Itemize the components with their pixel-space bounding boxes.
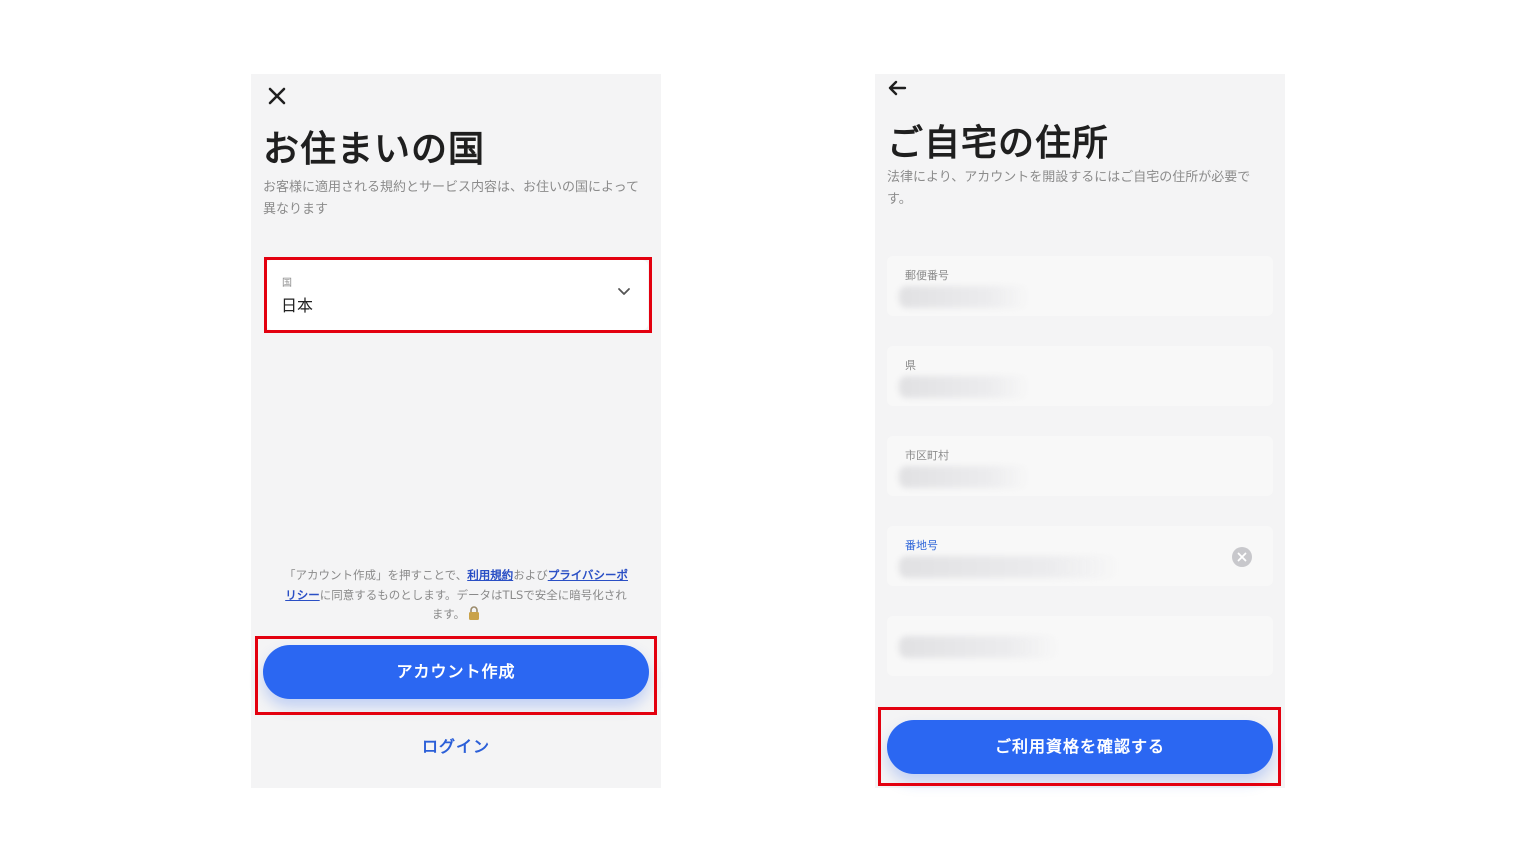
blurred-value <box>899 636 1059 658</box>
city-field[interactable]: 市区町村 <box>887 436 1273 496</box>
country-select-label: 国 <box>282 278 292 289</box>
page-subtitle: お客様に適用される規約とサービス内容は、お住いの国によって異なります <box>263 180 639 217</box>
page-title: ご自宅の住所 <box>887 123 1110 164</box>
country-select-value: 日本 <box>281 296 314 315</box>
street-number-field[interactable]: 番地号 <box>887 526 1273 586</box>
lock-icon <box>469 606 480 620</box>
chevron-down-icon <box>618 288 630 295</box>
postal-code-field[interactable]: 郵便番号 <box>887 256 1273 316</box>
close-icon[interactable] <box>265 84 289 108</box>
login-link[interactable]: ログイン <box>251 733 661 757</box>
postal-code-label: 郵便番号 <box>905 269 949 282</box>
terms-text-2: および <box>513 568 548 582</box>
page-title: お住まいの国 <box>263 129 486 170</box>
country-screen: お住まいの国 お客様に適用される規約とサービス内容は、お住いの国によって異なりま… <box>251 74 661 788</box>
blurred-value <box>899 466 1029 488</box>
blurred-value <box>899 556 1119 578</box>
home-address-screen: ご自宅の住所 法律により、アカウントを開設するにはご自宅の住所が必要です。 郵便… <box>875 74 1285 788</box>
blurred-value <box>899 286 1029 308</box>
street-number-label: 番地号 <box>905 539 938 552</box>
prefecture-label: 県 <box>905 359 916 372</box>
country-select[interactable]: 国 日本 <box>266 260 648 330</box>
page-subtitle: 法律により、アカウントを開設するにはご自宅の住所が必要です。 <box>887 170 1251 207</box>
terms-of-service-link[interactable]: 利用規約 <box>467 568 513 582</box>
clear-icon[interactable] <box>1231 546 1253 568</box>
check-eligibility-button[interactable]: ご利用資格を確認する <box>887 720 1273 774</box>
prefecture-field[interactable]: 県 <box>887 346 1273 406</box>
address-extra-field[interactable] <box>887 616 1273 676</box>
terms-notice: 「アカウント作成」を押すことで、利用規約およびプライバシーポリシーに同意するもの… <box>281 566 631 625</box>
blurred-value <box>899 376 1029 398</box>
terms-text-1: 「アカウント作成」を押すことで、 <box>284 568 468 582</box>
city-label: 市区町村 <box>905 449 949 462</box>
arrow-left-icon[interactable] <box>885 76 909 100</box>
create-account-button[interactable]: アカウント作成 <box>263 645 649 699</box>
